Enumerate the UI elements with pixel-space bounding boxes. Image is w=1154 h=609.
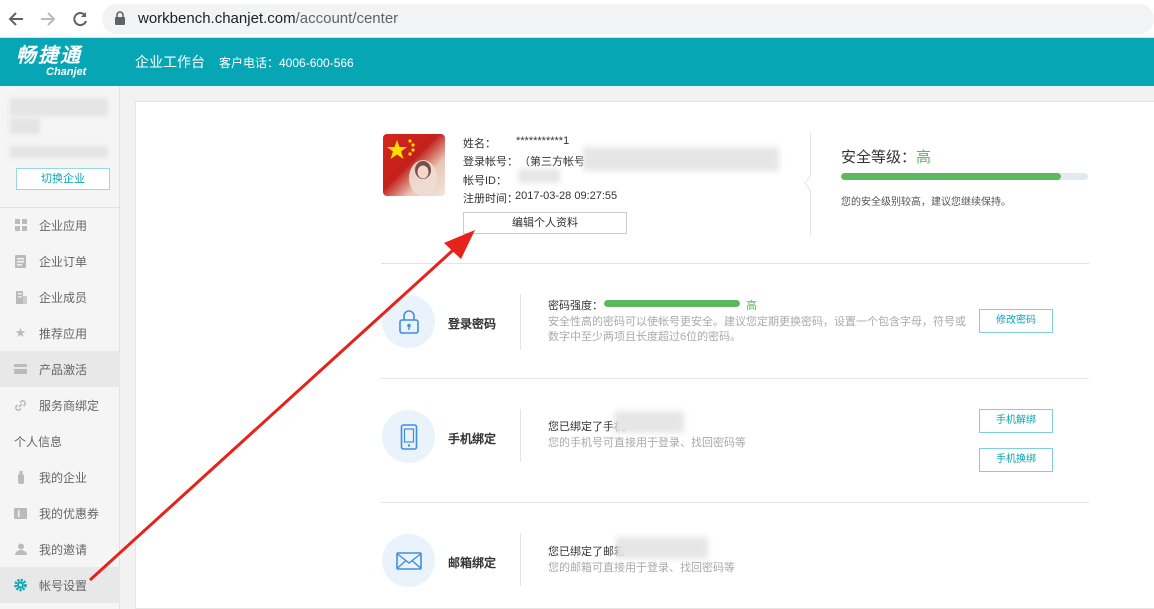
profile-divider [810,133,811,176]
gear-icon [14,578,27,592]
phone-desc: 您的手机号可直接用于登录、找回密码等 [548,437,746,449]
password-desc-line2: 数字中至少两项且长度超过6位的密码。 [548,331,742,343]
switch-company-button[interactable]: 切换企业 [16,168,110,190]
company-sub-redacted [10,146,108,158]
profile-divider [810,190,811,235]
coupon-icon [14,507,27,520]
chanjet-logo[interactable]: 畅捷通 Chanjet [0,46,120,78]
avatar [383,134,445,196]
reload-icon[interactable] [64,0,96,38]
password-strength-level: 高 [746,300,757,312]
password-desc-line1: 安全性高的密码可以使帐号更安全。建议您定期更换密码，设置一个包含字母，符号或 [548,316,966,328]
email-desc: 您的邮箱可直接用于登录、找回密码等 [548,562,735,574]
sidebar-item-orders[interactable]: 企业订单 [0,243,120,279]
phone-number-redacted [614,411,684,433]
sidebar-item-label: 我的优惠券 [39,506,100,521]
account-redacted [583,147,779,171]
sidebar-item-recommended[interactable]: ★ 推荐应用 [0,315,120,351]
name-value: ***********1 [516,135,570,147]
browser-toolbar: workbench.chanjet.com/account/center [0,0,1154,38]
password-row-title: 登录密码 [448,317,497,331]
edit-profile-button[interactable]: 编辑个人资料 [463,212,627,234]
sidebar-item-invites[interactable]: 我的邀请 [0,531,120,567]
section-divider [381,502,1089,503]
building-icon [14,290,27,304]
sidebar-item-activation[interactable]: 产品激活 [0,351,120,387]
section-divider [381,378,1089,379]
logo-cn: 畅捷通 [16,45,82,67]
divider-notch [804,175,812,191]
company-name-redacted [10,118,40,134]
account-label: 登录帐号： [463,156,518,168]
app-header: 畅捷通 Chanjet 企业工作台 客户电话：4006-600-566 [0,38,1154,86]
flag-star-icon [387,140,407,159]
security-level-label: 安全等级： [841,149,917,166]
document-icon [14,254,27,268]
sidebar-item-apps[interactable]: 企业应用 [0,207,120,243]
account-id-label: 帐号ID： [463,175,507,187]
link-icon [14,399,27,412]
sidebar-item-label: 服务商绑定 [39,398,100,413]
url-domain: workbench.chanjet.com [138,10,296,27]
mail-icon [382,534,435,587]
back-icon[interactable] [0,0,32,38]
logo-en: Chanjet [46,66,87,78]
sidebar: 切换企业 企业应用 企业订单 企业成员 ★ 推荐应用 产品激活 服务商绑定 个人… [0,86,120,609]
sidebar-item-label: 我的企业 [39,470,88,485]
sidebar-item-label: 我的邀请 [39,542,88,557]
sidebar-item-members[interactable]: 企业成员 [0,279,120,315]
email-row-title: 邮箱绑定 [448,556,497,570]
forward-icon[interactable] [32,0,64,38]
hotline: 客户电话：4006-600-566 [219,55,354,70]
account-value: （第三方帐号 [519,156,585,168]
sidebar-item-label: 推荐应用 [39,326,88,341]
security-level-value: 高 [916,149,932,166]
sidebar-item-label: 企业应用 [39,218,88,233]
name-label: 姓名： [463,138,496,150]
change-password-button[interactable]: 修改密码 [979,309,1053,333]
address-bar[interactable]: workbench.chanjet.com/account/center [102,3,1154,34]
register-time-value: 2017-03-28 09:27:55 [515,190,618,202]
sidebar-item-label: 企业订单 [39,254,88,269]
password-strength-label: 密码强度： [548,300,603,312]
phone-unbind-button[interactable]: 手机解绑 [979,409,1053,433]
security-level-desc: 您的安全级别较高，建议您继续保持。 [841,197,1011,208]
grid-icon [14,219,27,232]
phone-icon [382,410,435,463]
section-divider [381,263,1089,264]
star-icon: ★ [14,325,27,340]
phone-row-title: 手机绑定 [448,432,497,446]
sidebar-item-provider[interactable]: 服务商绑定 [0,387,120,423]
email-bound-text: 您已绑定了邮箱 [548,546,625,558]
password-strength-bar [604,300,740,307]
email-address-redacted [616,537,708,559]
sidebar-item-account-settings[interactable]: 帐号设置 [0,567,120,603]
password-strength-bar-fill [604,300,740,307]
company-name-redacted [10,98,108,116]
row-divider [520,409,521,462]
security-level-bar [841,173,1088,180]
sidebar-item-label: 帐号设置 [39,578,88,593]
security-level-title: 安全等级：高 [841,146,931,167]
lock-icon [382,295,435,348]
url-path: /account/center [295,10,399,27]
sidebar-item-label: 企业成员 [39,290,88,305]
sidebar-item-my-company[interactable]: 我的企业 [0,459,120,495]
person-icon [14,543,27,556]
card-icon [14,363,27,376]
account-id-redacted [518,169,560,183]
security-level-bar-fill [841,173,1061,180]
sidebar-item-coupons[interactable]: 我的优惠券 [0,495,120,531]
personal-info-section: 个人信息 [14,435,63,449]
register-time-label: 注册时间： [463,193,518,205]
lock-icon [114,10,128,27]
row-divider [520,533,521,586]
sidebar-item-label: 产品激活 [39,362,88,377]
phone-change-button[interactable]: 手机换绑 [979,448,1053,472]
row-divider [520,294,521,350]
bottle-icon [14,470,27,484]
app-title[interactable]: 企业工作台 [135,52,205,72]
